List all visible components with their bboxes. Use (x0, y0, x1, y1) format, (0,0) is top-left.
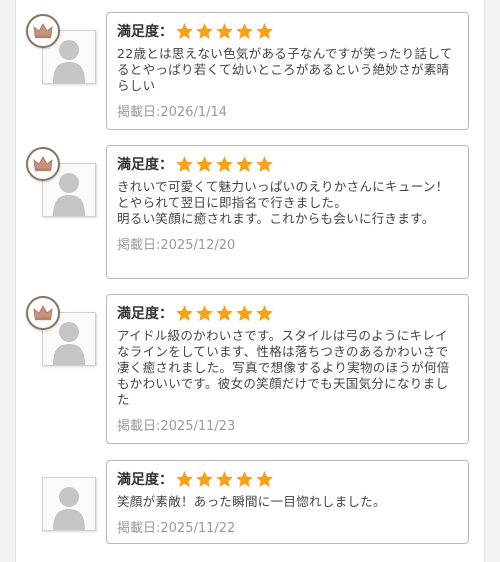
user-silhouette-icon (53, 487, 85, 530)
star-icon (216, 22, 233, 39)
post-date: 掲載日:2025/12/20 (117, 238, 236, 253)
star-icon (236, 470, 253, 487)
star-icon (256, 470, 273, 487)
star-icon (256, 155, 273, 172)
post-date: 掲載日:2025/11/23 (117, 419, 236, 434)
review-bubble: 満足度： 笑顔が素敵！あった瞬間に一目惚れしました。 掲載日:2025/11/2… (106, 460, 469, 544)
review-text: 22歳とは思えない色気がある子なんですが笑ったり話してるとやっぱり若くて幼いとこ… (117, 46, 453, 93)
review-bubble: 満足度： 22歳とは思えない色気がある子なんですが笑ったり話してるとやっぱり若く… (106, 12, 469, 130)
avatar (42, 477, 96, 531)
crown-badge (26, 14, 60, 48)
crown-badge (26, 296, 60, 330)
star-icon (196, 470, 213, 487)
review-bubble: 満足度： きれいで可愛くて魅力いっぱいのえりかさんにキューン！とやられて翌日に即… (106, 145, 469, 279)
crown-icon (33, 305, 53, 321)
star-icon (236, 155, 253, 172)
review-list: 満足度： 22歳とは思えない色気がある子なんですが笑ったり話してるとやっぱり若く… (15, 0, 485, 562)
rating-label: 満足度： (117, 24, 173, 40)
review-text: 笑顔が素敵！あった瞬間に一目惚れしました。 (117, 494, 386, 509)
crown-icon (33, 156, 53, 172)
rating-row: 満足度： (117, 301, 458, 325)
rating-stars (175, 155, 275, 174)
star-icon (216, 155, 233, 172)
review-text: きれいで可愛くて魅力いっぱいのえりかさんにキューン！とやられて翌日に即指名で行き… (117, 179, 449, 226)
star-icon (196, 22, 213, 39)
star-icon (236, 22, 253, 39)
star-icon (176, 22, 193, 39)
rating-label: 満足度： (117, 306, 173, 322)
rating-stars (175, 470, 275, 489)
star-icon (176, 155, 193, 172)
star-icon (256, 22, 273, 39)
star-icon (196, 155, 213, 172)
rating-stars (175, 304, 275, 323)
rating-stars (175, 22, 275, 41)
rating-row: 満足度： (117, 152, 458, 176)
rating-label: 満足度： (117, 472, 173, 488)
crown-badge (26, 147, 60, 181)
rating-row: 満足度： (117, 19, 458, 43)
star-icon (176, 304, 193, 321)
star-icon (216, 470, 233, 487)
review-bubble: 満足度： アイドル級のかわいさです。スタイルは弓のようにキレイなラインをしていま… (106, 294, 469, 444)
star-icon (196, 304, 213, 321)
crown-icon (33, 23, 53, 39)
rating-row: 満足度： (117, 467, 458, 491)
rating-label: 満足度： (117, 157, 173, 173)
review-text: アイドル級のかわいさです。スタイルは弓のようにキレイなラインをしています、性格は… (117, 328, 450, 407)
post-date: 掲載日:2025/11/22 (117, 521, 236, 536)
star-icon (236, 304, 253, 321)
post-date: 掲載日:2026/1/14 (117, 105, 228, 120)
star-icon (176, 470, 193, 487)
star-icon (256, 304, 273, 321)
star-icon (216, 304, 233, 321)
